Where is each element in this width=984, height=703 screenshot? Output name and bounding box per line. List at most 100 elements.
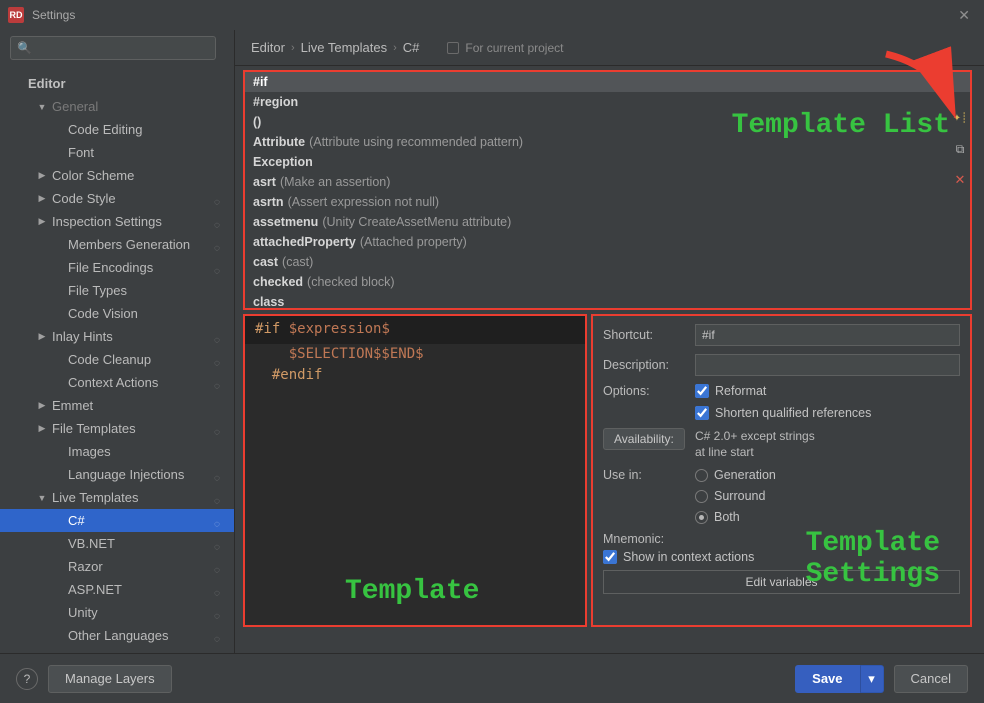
template-key: assetmenu — [253, 215, 318, 229]
template-desc: (Make an assertion) — [280, 175, 390, 189]
use-in-generation-radio[interactable]: Generation — [695, 468, 776, 482]
manage-layers-button[interactable]: Manage Layers — [48, 665, 172, 693]
code-token: #endif — [272, 367, 323, 383]
tree-item-asp-net[interactable]: ASP.NET — [0, 578, 234, 601]
template-row[interactable]: checked (checked block) — [245, 272, 970, 292]
help-button[interactable]: ? — [16, 668, 38, 690]
crumb-csharp: C# — [403, 40, 420, 55]
use-in-both-radio[interactable]: Both — [695, 510, 776, 524]
template-key: () — [253, 115, 261, 129]
tree-item-label: Unity — [68, 605, 98, 620]
template-row[interactable]: asrt (Make an assertion) — [245, 172, 970, 192]
reformat-checkbox[interactable]: Reformat — [695, 384, 871, 398]
tree-item-context-actions[interactable]: Context Actions — [0, 371, 234, 394]
layer-badge-icon — [214, 331, 226, 343]
mnemonic-label: Mnemonic: — [603, 532, 695, 546]
tree-item-label: Inlay Hints — [52, 329, 113, 344]
tree-item-file-templates[interactable]: ▶File Templates — [0, 417, 234, 440]
template-row[interactable]: cast (cast) — [245, 252, 970, 272]
template-key: attachedProperty — [253, 235, 356, 249]
tree-item-code-vision[interactable]: Code Vision — [0, 302, 234, 325]
delete-template-icon[interactable]: ✕ — [952, 172, 968, 188]
layer-badge-icon — [214, 515, 226, 527]
tree-item-other-languages[interactable]: Other Languages — [0, 624, 234, 647]
save-dropdown[interactable]: ▾ — [860, 665, 884, 693]
shortcut-input[interactable] — [695, 324, 960, 346]
tree-item-code-style[interactable]: ▶Code Style — [0, 187, 234, 210]
tree-item-vb-net[interactable]: VB.NET — [0, 532, 234, 555]
save-button[interactable]: Save — [795, 665, 859, 693]
copy-template-icon[interactable]: ⧉ — [952, 141, 968, 157]
for-project-toggle[interactable]: For current project — [447, 41, 563, 55]
template-row[interactable]: #region — [245, 92, 970, 112]
tree-item-language-injections[interactable]: Language Injections — [0, 463, 234, 486]
template-row[interactable]: () — [245, 112, 970, 132]
tree-item-members-generation[interactable]: Members Generation — [0, 233, 234, 256]
tree-item-unity[interactable]: Unity — [0, 601, 234, 624]
layer-badge-icon — [214, 193, 226, 205]
settings-tree[interactable]: Editor ▼GeneralCode EditingFont▶Color Sc… — [0, 66, 234, 653]
tree-item-label: Font — [68, 145, 94, 160]
shorten-refs-checkbox[interactable]: Shorten qualified references — [695, 406, 871, 420]
cancel-button[interactable]: Cancel — [894, 665, 968, 693]
tree-item-emmet[interactable]: ▶Emmet — [0, 394, 234, 417]
options-label: Options: — [603, 384, 695, 398]
template-key: Attribute — [253, 135, 305, 149]
layer-badge-icon — [214, 423, 226, 435]
tree-item-color-scheme[interactable]: ▶Color Scheme — [0, 164, 234, 187]
template-row[interactable]: Exception — [245, 152, 970, 172]
template-row[interactable]: class — [245, 292, 970, 310]
layer-badge-icon — [214, 354, 226, 366]
template-row[interactable]: asrtn (Assert expression not null) — [245, 192, 970, 212]
edit-variables-button[interactable]: Edit variables — [603, 570, 960, 594]
tree-item-inlay-hints[interactable]: ▶ Inlay Hints — [0, 325, 234, 348]
tree-item-label: Inspection Settings — [52, 214, 162, 229]
use-in-label: Use in: — [603, 468, 695, 482]
chevron-icon: › — [393, 42, 397, 54]
template-row[interactable]: assetmenu (Unity CreateAssetMenu attribu… — [245, 212, 970, 232]
template-desc: (Attached property) — [360, 235, 467, 249]
tree-item-label: File Templates — [52, 421, 136, 436]
layer-badge-icon — [214, 262, 226, 274]
availability-button[interactable]: Availability: — [603, 428, 685, 450]
tree-item-code-cleanup[interactable]: Code Cleanup — [0, 348, 234, 371]
search-input[interactable]: 🔍 — [10, 36, 216, 60]
tree-item-file-types[interactable]: File Types — [0, 279, 234, 302]
layer-badge-icon — [214, 561, 226, 573]
template-key: cast — [253, 255, 278, 269]
template-list[interactable]: #if #region () Attribute (Attribute using r… — [243, 70, 972, 310]
template-row[interactable]: #if — [245, 72, 970, 92]
tree-item-images[interactable]: Images — [0, 440, 234, 463]
use-in-surround-radio[interactable]: Surround — [695, 489, 776, 503]
tree-item-label: ASP.NET — [68, 582, 122, 597]
new-template-icon[interactable]: ✦┊ — [952, 110, 968, 126]
tree-arrow-icon: ▶ — [36, 400, 48, 411]
template-editor[interactable]: #if $expression$ $SELECTION$$END$ #endif… — [243, 314, 587, 627]
crumb-live-templates[interactable]: Live Templates — [301, 40, 387, 55]
description-input[interactable] — [695, 354, 960, 376]
tree-item-file-encodings[interactable]: File Encodings — [0, 256, 234, 279]
shortcut-label: Shortcut: — [603, 328, 695, 342]
tree-item-general[interactable]: ▼General — [0, 95, 234, 118]
tree-item-label: Members Generation — [68, 237, 190, 252]
tree-item-label: Live Templates — [52, 490, 138, 505]
tree-arrow-icon: ▼ — [36, 493, 48, 503]
show-context-actions-checkbox[interactable]: Show in context actions — [603, 550, 960, 564]
tree-item-label: Razor — [68, 559, 103, 574]
template-desc: (checked block) — [307, 275, 395, 289]
window-close-button[interactable]: ✕ — [952, 7, 976, 24]
tree-item-inspection-settings[interactable]: ▶Inspection Settings — [0, 210, 234, 233]
tree-item-c-[interactable]: C# — [0, 509, 234, 532]
template-key: asrt — [253, 175, 276, 189]
tree-item-razor[interactable]: Razor — [0, 555, 234, 578]
tree-item-code-editing[interactable]: Code Editing — [0, 118, 234, 141]
tree-item-font[interactable]: Font — [0, 141, 234, 164]
annotation-code: Template — [345, 570, 479, 613]
crumb-editor[interactable]: Editor — [251, 40, 285, 55]
tree-arrow-icon: ▶ — [36, 331, 48, 342]
template-key: #if — [253, 75, 268, 89]
template-row[interactable]: attachedProperty (Attached property) — [245, 232, 970, 252]
tree-item-live-templates[interactable]: ▼ Live Templates — [0, 486, 234, 509]
template-row[interactable]: Attribute (Attribute using recommended p… — [245, 132, 970, 152]
dialog-footer: ? Manage Layers Save ▾ Cancel — [0, 653, 984, 703]
